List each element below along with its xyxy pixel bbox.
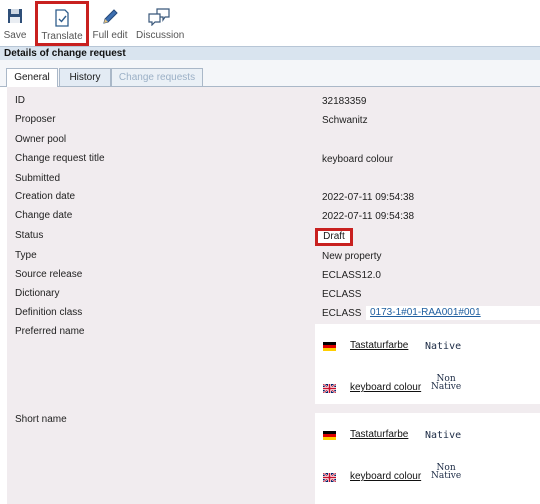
translate-label: Translate [41,31,83,42]
native-tag: Native [425,430,462,441]
non-native-tag-bottom: Native [431,382,462,392]
section-title: Details of change request [0,46,540,60]
save-button[interactable]: Save [0,2,30,44]
uk-flag-icon [323,473,336,482]
non-native-tag: Non Native [431,464,462,481]
non-native-tag-bottom: Native [431,471,462,481]
short-names-list: Tastaturfarbe Native keyboard colour Non… [315,413,540,504]
change-request-title-label: Change request title [15,153,105,164]
discussion-button[interactable]: Discussion [136,2,185,44]
save-icon [8,9,22,23]
type-label: Type [15,250,37,261]
translate-button[interactable]: Translate [35,1,89,46]
full-edit-label: Full edit [92,30,128,41]
submitted-label: Submitted [15,173,61,184]
tab-general[interactable]: General [6,68,58,87]
de-flag-icon [323,431,336,440]
id-label: ID [15,95,25,106]
creation-date-value: 2022-07-11 09:54:38 [322,192,415,203]
discussion-icon [148,8,170,26]
status-value: Draft [315,228,353,246]
source-release-value: ECLASS12.0 [322,270,381,281]
native-tag: Native [425,341,462,352]
tab-bar: General History Change requests [0,60,540,87]
short-name-de[interactable]: Tastaturfarbe [350,429,408,440]
proposer-label: Proposer [15,114,56,125]
change-date-value: 2022-07-11 09:54:38 [322,211,415,222]
tab-history[interactable]: History [59,68,111,86]
status-label: Status [15,230,44,241]
type-value: New property [322,251,382,262]
preferred-name-en[interactable]: keyboard colour [350,382,421,393]
short-name-label: Short name [15,414,67,425]
preferred-name-de[interactable]: Tastaturfarbe [350,340,408,351]
change-date-label: Change date [15,210,73,221]
definition-class-link[interactable]: 0173-1#01-RAA001#001 [366,306,540,320]
owner-pool-label: Owner pool [15,134,67,145]
id-value: 32183359 [322,96,367,107]
short-name-en[interactable]: keyboard colour [350,471,421,482]
de-flag-icon [323,342,336,351]
pencil-icon [103,9,118,24]
preferred-names-list: Tastaturfarbe Native keyboard colour Non… [315,324,540,404]
definition-class-label: Definition class [15,307,83,318]
discussion-label: Discussion [136,30,185,41]
uk-flag-icon [323,384,336,393]
proposer-value: Schwanitz [322,115,368,126]
creation-date-label: Creation date [15,191,76,202]
details-panel: ID 32183359 Proposer Schwanitz Owner poo… [7,87,540,504]
save-label: Save [3,30,27,41]
definition-class-value: ECLASS [322,308,362,319]
full-edit-button[interactable]: Full edit [92,2,128,44]
change-request-title-value: keyboard colour [322,154,394,165]
dictionary-value: ECLASS [322,289,362,300]
translate-icon [55,9,69,27]
dictionary-label: Dictionary [15,288,60,299]
preferred-name-label: Preferred name [15,326,85,337]
non-native-tag: Non Native [431,375,462,392]
toolbar: Save Translate Full edit Discussion [0,0,540,46]
tab-change-requests[interactable]: Change requests [111,68,203,86]
source-release-label: Source release [15,269,83,280]
